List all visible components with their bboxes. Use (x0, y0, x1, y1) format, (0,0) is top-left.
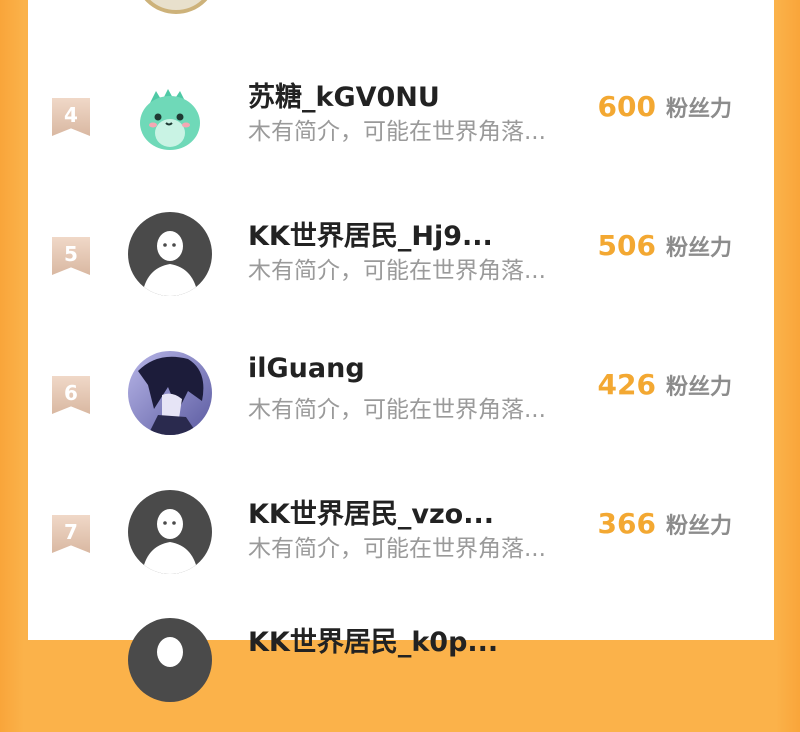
leaderboard-row-8[interactable]: KK世界居民_k0p... (28, 618, 774, 732)
fans-count: 366 (597, 507, 656, 540)
rank-badge: 6 (52, 376, 90, 414)
user-bio: 木有简介，可能在世界角落... (248, 119, 546, 145)
previous-entry-avatar[interactable] (134, 0, 218, 14)
default-avatar-icon[interactable] (128, 490, 212, 574)
fans-label: 粉丝力 (665, 97, 732, 122)
fans-count: 426 (597, 368, 656, 401)
fans-count: 506 (597, 229, 656, 262)
default-avatar-icon[interactable] (128, 212, 212, 296)
user-bio: 木有简介，可能在世界角落... (248, 258, 546, 284)
user-name[interactable]: KK世界居民_k0p... (248, 620, 498, 659)
user-bio: 木有简介，可能在世界角落... (248, 397, 546, 423)
user-name[interactable]: KK世界居民_Hj9... (248, 214, 493, 253)
rank-badge: 5 (52, 237, 90, 275)
leaderboard-row-7[interactable]: 7 KK世界居民_vzo... 木有简介，可能在世界角落... 366 粉丝力 (28, 490, 774, 604)
fans-score: 600 粉丝力 (598, 90, 732, 123)
user-bio: 木有简介，可能在世界角落... (248, 536, 546, 562)
fans-score: 426 粉丝力 (598, 368, 732, 401)
dino-avatar-icon[interactable] (128, 73, 212, 157)
fans-count: 600 (597, 90, 656, 123)
fans-label: 粉丝力 (665, 236, 732, 261)
fans-score: 366 粉丝力 (598, 507, 732, 540)
fans-score: 506 粉丝力 (598, 229, 732, 262)
user-name[interactable]: KK世界居民_vzo... (248, 492, 494, 531)
user-name[interactable]: ilGuang (248, 353, 365, 384)
fans-label: 粉丝力 (665, 375, 732, 400)
rank-badge: 7 (52, 515, 90, 553)
leaderboard-row-6[interactable]: 6 ilGuang 木有简介，可能在世界角落... 426 粉丝力 (28, 351, 774, 465)
leaderboard-row-4[interactable]: 4 苏糖_kGV0NU 木有简介，可能在世界角落... 600 粉丝力 (28, 73, 774, 187)
fans-label: 粉丝力 (665, 514, 732, 539)
leaderboard-card: 4 苏糖_kGV0NU 木有简介，可能在世界角落... 600 粉丝力 5 KK… (28, 0, 774, 702)
default-avatar-icon[interactable] (128, 618, 212, 702)
user-name[interactable]: 苏糖_kGV0NU (248, 75, 440, 114)
anime-avatar-icon[interactable] (128, 351, 212, 435)
leaderboard-row-5[interactable]: 5 KK世界居民_Hj9... 木有简介，可能在世界角落... 506 粉丝力 (28, 212, 774, 326)
rank-badge: 4 (52, 98, 90, 136)
